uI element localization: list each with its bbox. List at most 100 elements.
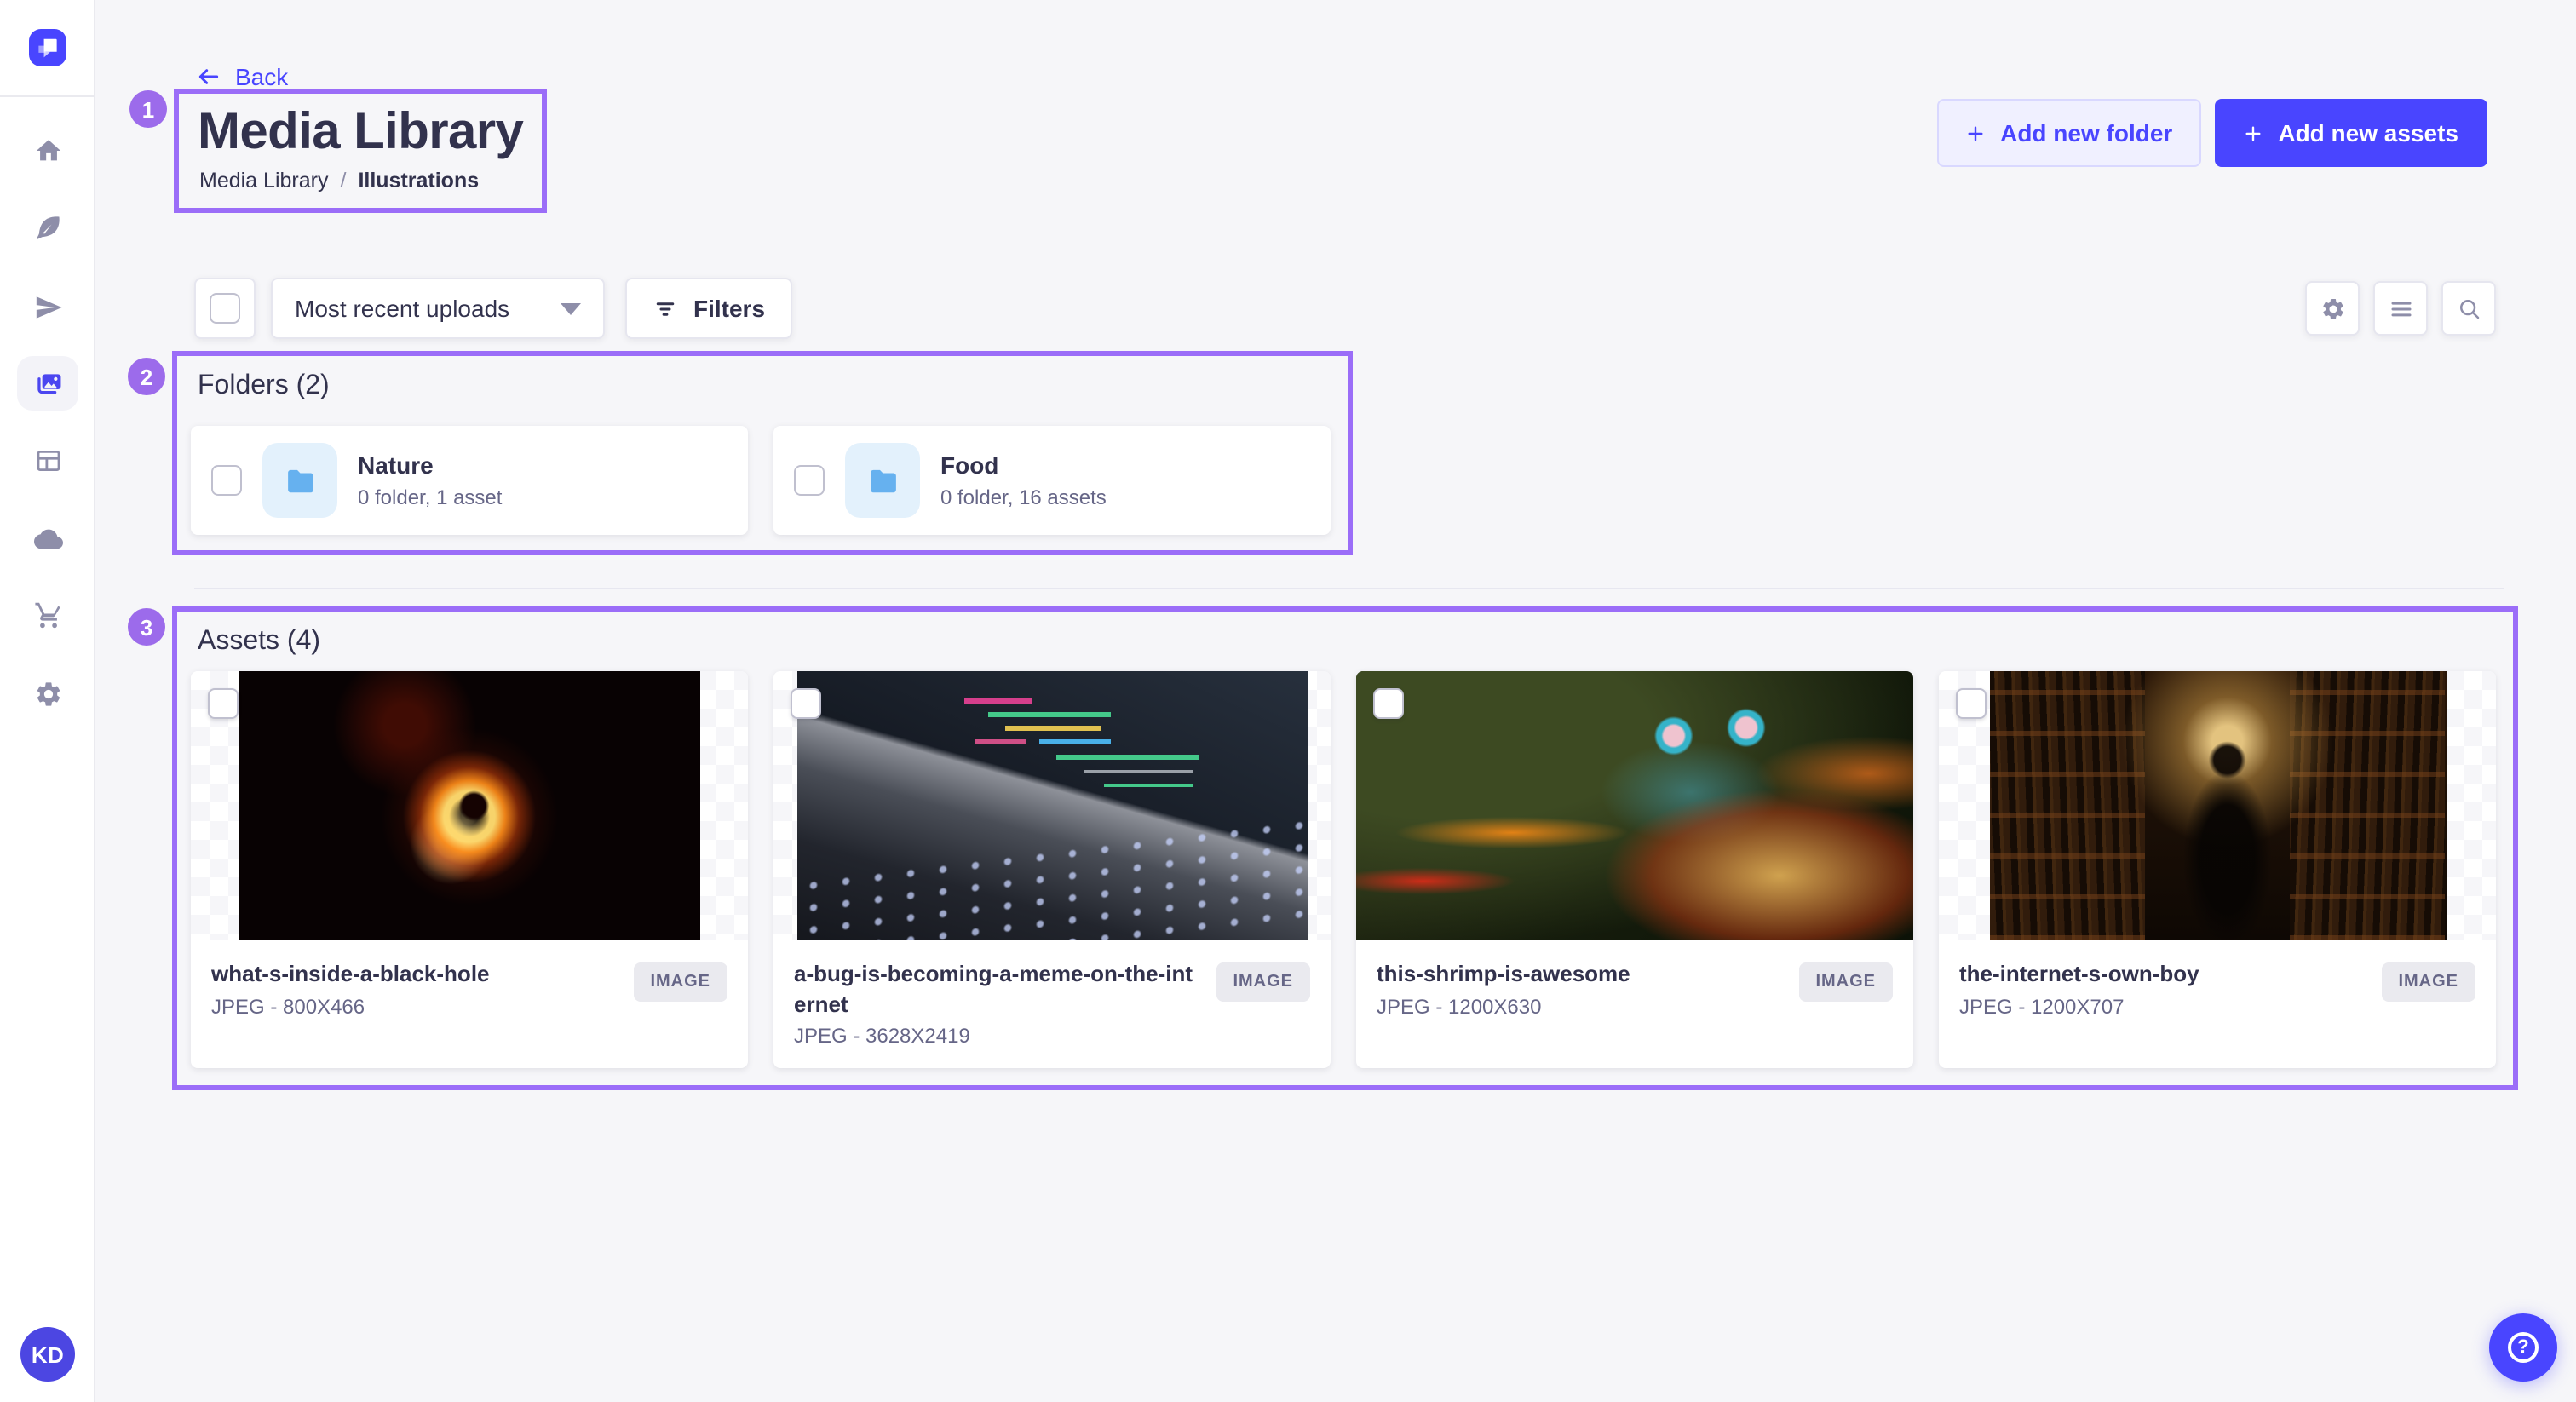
assets-section-title: Assets (4) <box>198 627 320 658</box>
folder-card-food[interactable]: Food 0 folder, 16 assets <box>773 426 1331 535</box>
sidebar-item-content[interactable] <box>17 199 78 254</box>
page-title: Media Library <box>198 102 542 164</box>
search-button[interactable] <box>2441 281 2496 336</box>
view-settings-button[interactable] <box>2305 281 2360 336</box>
folder-icon <box>865 463 900 498</box>
asset-name: this-shrimp-is-awesome <box>1377 959 1630 989</box>
filters-button[interactable]: Filters <box>625 278 792 339</box>
asset-media <box>1356 671 1913 940</box>
feather-icon <box>33 212 62 241</box>
filter-icon <box>653 296 678 321</box>
sidebar-divider <box>0 95 95 97</box>
asset-name: a-bug-is-becoming-a-meme-on-the-internet <box>794 959 1202 1019</box>
mantis-shrimp-photo <box>1356 671 1913 940</box>
gear-icon <box>33 679 62 708</box>
cloud-icon <box>33 524 62 553</box>
folder-cards: Nature 0 folder, 1 asset Food 0 folder, … <box>191 426 1331 535</box>
sidebar-item-content-type-builder[interactable] <box>17 433 78 487</box>
sidebar-item-home[interactable] <box>17 123 78 177</box>
asset-meta: JPEG - 3628X2419 <box>794 1024 1202 1048</box>
folder-thumbnail <box>845 443 920 518</box>
asset-meta: JPEG - 1200X707 <box>1959 994 2199 1018</box>
plus-icon <box>1966 124 1985 142</box>
sidebar-item-media-library[interactable] <box>17 356 78 411</box>
folder-name: Nature <box>358 451 502 481</box>
breadcrumb-current: Illustrations <box>358 169 479 192</box>
media-library-page: KD Back 1 Media Library Media Library / … <box>0 0 2576 1402</box>
pictures-icon <box>33 369 62 398</box>
sidebar-item-marketplace[interactable] <box>17 588 78 642</box>
annotation-badge-1: 1 <box>129 90 167 128</box>
breadcrumb: Media Library / Illustrations <box>199 169 542 192</box>
folder-thumbnail <box>262 443 337 518</box>
home-icon <box>33 135 62 164</box>
layout-icon <box>33 445 62 474</box>
folder-card-nature[interactable]: Nature 0 folder, 1 asset <box>191 426 748 535</box>
question-icon: ? <box>2508 1332 2539 1363</box>
folders-section-title: Folders (2) <box>198 371 330 402</box>
asset-name: what-s-inside-a-black-hole <box>211 959 490 989</box>
annotation-badge-2: 2 <box>128 358 165 395</box>
annotation-badge-3: 3 <box>128 608 165 646</box>
asset-type-badge: IMAGE <box>1798 962 1893 1002</box>
user-avatar[interactable]: KD <box>20 1327 75 1382</box>
sort-dropdown-value: Most recent uploads <box>295 295 509 322</box>
plus-icon <box>2244 124 2263 142</box>
asset-media <box>1939 671 2496 940</box>
checkbox[interactable] <box>210 293 240 324</box>
asset-type-badge: IMAGE <box>1216 962 1310 1002</box>
folder-meta: 0 folder, 1 asset <box>358 486 502 510</box>
asset-cards: what-s-inside-a-black-hole JPEG - 800X46… <box>191 671 2496 1068</box>
list-view-button[interactable] <box>2373 281 2428 336</box>
assets-section: Assets (4) what-s-inside-a-black-hole JP… <box>172 606 2518 1090</box>
asset-card-bug-meme[interactable]: a-bug-is-becoming-a-meme-on-the-internet… <box>773 671 1331 1068</box>
folders-section: Folders (2) Nature 0 folder, 1 asset Fo <box>172 351 1353 555</box>
checkbox[interactable] <box>208 688 239 719</box>
asset-card-internets-own-boy[interactable]: the-internet-s-own-boy JPEG - 1200X707 I… <box>1939 671 2496 1068</box>
folder-meta: 0 folder, 16 assets <box>940 486 1107 510</box>
sidebar: KD <box>0 0 95 1402</box>
arrow-left-icon <box>194 63 221 90</box>
laptop-code-photo <box>796 671 1308 940</box>
checkbox[interactable] <box>791 688 821 719</box>
section-divider <box>194 588 2504 589</box>
asset-card-black-hole[interactable]: what-s-inside-a-black-hole JPEG - 800X46… <box>191 671 748 1068</box>
folder-icon <box>282 463 318 498</box>
sort-dropdown[interactable]: Most recent uploads <box>271 278 605 339</box>
checkbox[interactable] <box>1373 688 1404 719</box>
gear-icon <box>2320 296 2345 321</box>
back-label: Back <box>235 63 288 90</box>
man-in-library-photo <box>1989 671 2446 940</box>
asset-meta: JPEG - 800X466 <box>211 994 490 1018</box>
checkbox[interactable] <box>211 465 242 496</box>
list-icon <box>2388 296 2413 321</box>
paper-plane-icon <box>33 292 62 321</box>
toolbar: Most recent uploads Filters <box>194 278 792 339</box>
asset-name: the-internet-s-own-boy <box>1959 959 2199 989</box>
asset-media <box>191 671 748 940</box>
asset-meta: JPEG - 1200X630 <box>1377 994 1630 1018</box>
add-new-folder-button[interactable]: Add new folder <box>1937 99 2201 167</box>
breadcrumb-parent[interactable]: Media Library <box>199 169 328 192</box>
breadcrumb-separator: / <box>340 169 346 192</box>
page-title-annotation-box: Media Library Media Library / Illustrati… <box>174 89 547 213</box>
cart-icon <box>33 600 62 629</box>
header-actions: Add new folder Add new assets <box>1937 99 2487 167</box>
back-button[interactable]: Back <box>194 63 288 90</box>
help-button[interactable]: ? <box>2489 1313 2557 1382</box>
chevron-down-icon <box>561 302 581 314</box>
sidebar-item-cloud[interactable] <box>17 511 78 566</box>
black-hole-photo <box>239 671 700 940</box>
sidebar-item-releases[interactable] <box>17 279 78 334</box>
add-new-assets-label: Add new assets <box>2278 119 2458 147</box>
sidebar-item-settings[interactable] <box>17 666 78 721</box>
asset-type-badge: IMAGE <box>633 962 727 1002</box>
search-icon <box>2456 296 2481 321</box>
select-all-checkbox[interactable] <box>194 278 256 339</box>
filters-label: Filters <box>693 295 765 322</box>
checkbox[interactable] <box>1956 688 1987 719</box>
checkbox[interactable] <box>794 465 825 496</box>
asset-card-shrimp[interactable]: this-shrimp-is-awesome JPEG - 1200X630 I… <box>1356 671 1913 1068</box>
add-new-assets-button[interactable]: Add new assets <box>2215 99 2487 167</box>
strapi-logo[interactable] <box>29 29 66 66</box>
